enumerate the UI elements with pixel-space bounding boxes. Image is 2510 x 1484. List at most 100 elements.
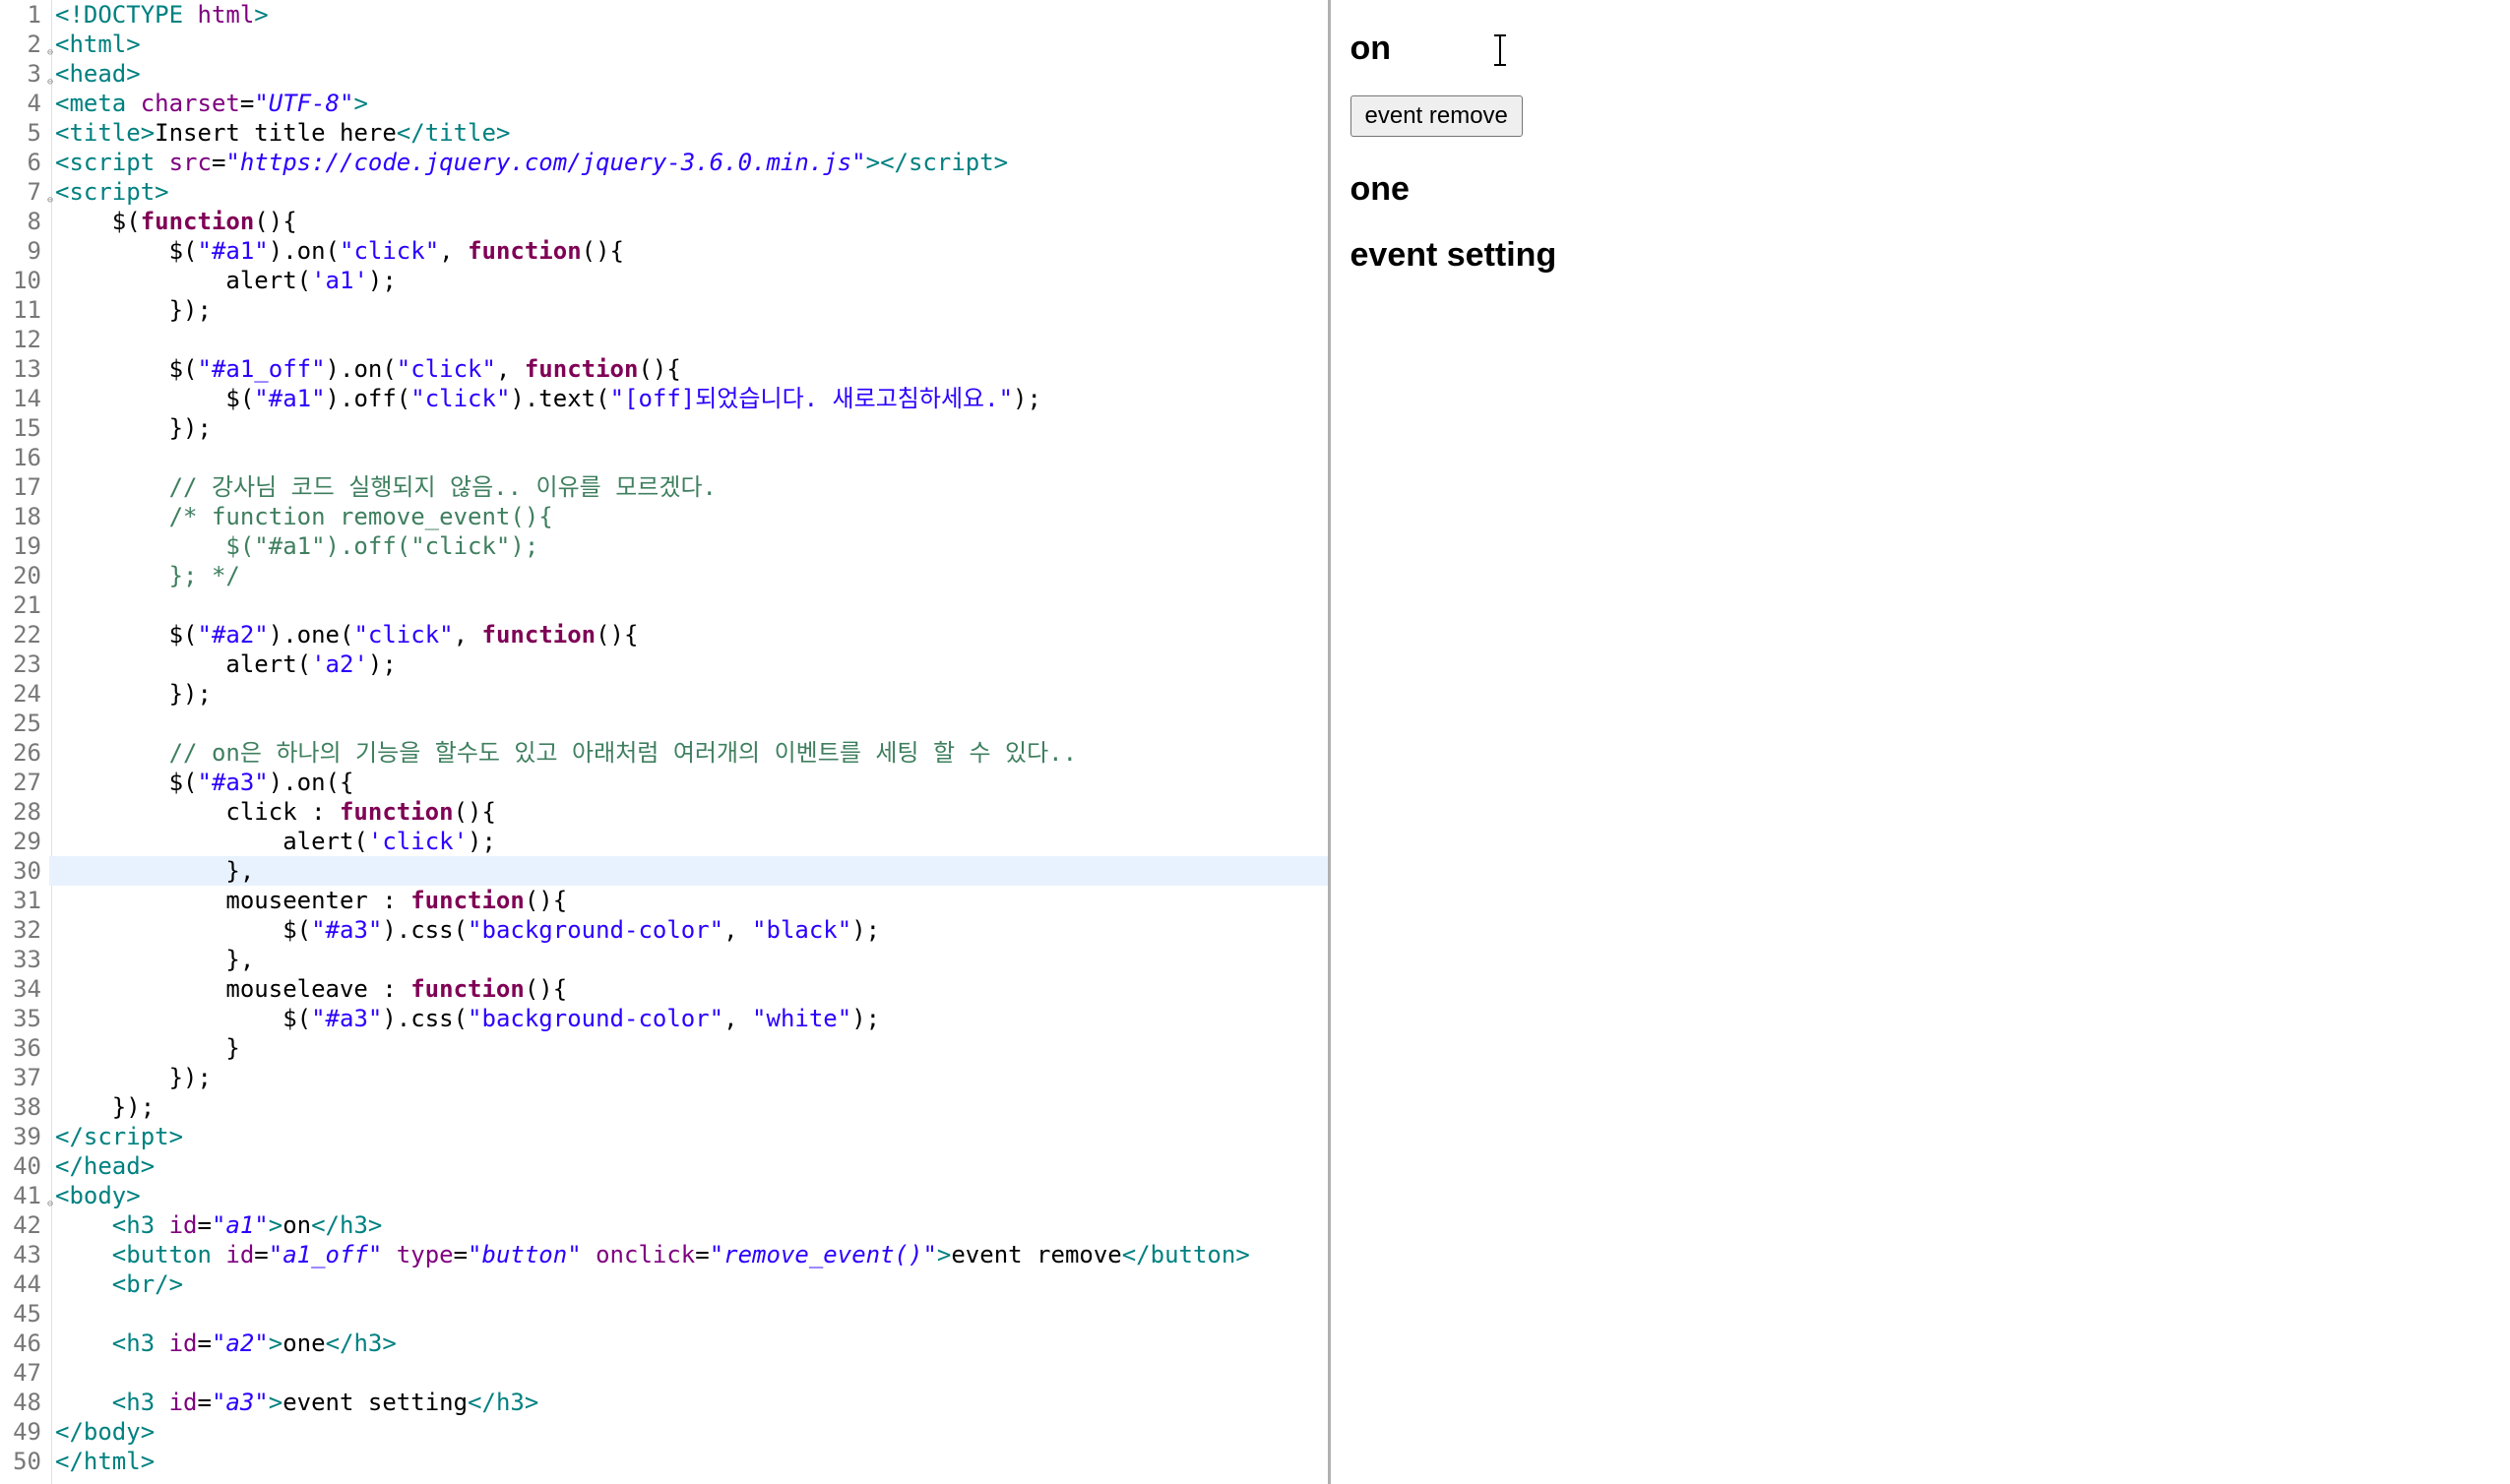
code-content[interactable]: </head> [49, 1151, 1328, 1181]
code-line[interactable]: 49</body> [0, 1417, 1328, 1447]
code-content[interactable]: <html> [49, 30, 1328, 59]
code-content[interactable]: $("#a3").css("background-color", "white"… [49, 1004, 1328, 1033]
code-line[interactable]: 14 $("#a1").off("click").text("[off]되었습니… [0, 384, 1328, 413]
code-content[interactable] [49, 325, 1328, 354]
code-content[interactable]: }); [49, 413, 1328, 443]
code-line[interactable]: 26 // on은 하나의 기능을 할수도 있고 아래처럼 여러개의 이벤트를 … [0, 738, 1328, 768]
fold-icon[interactable]: ⊖ [41, 38, 53, 50]
code-content[interactable]: $("#a3").on({ [49, 768, 1328, 797]
code-line[interactable]: 38 }); [0, 1092, 1328, 1122]
preview-heading-event-setting[interactable]: event setting [1350, 236, 2491, 275]
code-line[interactable]: 18 /* function remove_event(){ [0, 502, 1328, 531]
code-content[interactable]: }; */ [49, 561, 1328, 590]
code-line[interactable]: 6<script src="https://code.jquery.com/jq… [0, 148, 1328, 177]
code-line[interactable]: 27 $("#a3").on({ [0, 768, 1328, 797]
code-line[interactable]: 31 mouseenter : function(){ [0, 886, 1328, 915]
code-content[interactable]: <script src="https://code.jquery.com/jqu… [49, 148, 1328, 177]
code-content[interactable]: $("#a2").one("click", function(){ [49, 620, 1328, 649]
code-line[interactable]: 30 }, [0, 856, 1328, 886]
code-line[interactable]: 15 }); [0, 413, 1328, 443]
code-content[interactable] [49, 1299, 1328, 1329]
code-line[interactable]: 48 <h3 id="a3">event setting</h3> [0, 1388, 1328, 1417]
code-line[interactable]: 19 $("#a1").off("click"); [0, 531, 1328, 561]
code-content[interactable]: alert('click'); [49, 827, 1328, 856]
code-line[interactable]: 28 click : function(){ [0, 797, 1328, 827]
code-content[interactable]: $(function(){ [49, 207, 1328, 236]
code-line[interactable]: 33 }, [0, 945, 1328, 974]
preview-heading-one[interactable]: one [1350, 170, 2491, 209]
code-line[interactable]: 7⊖<script> [0, 177, 1328, 207]
code-content[interactable]: <h3 id="a2">one</h3> [49, 1329, 1328, 1358]
code-line[interactable]: 37 }); [0, 1063, 1328, 1092]
code-line[interactable]: 5<title>Insert title here</title> [0, 118, 1328, 148]
code-line[interactable]: 23 alert('a2'); [0, 649, 1328, 679]
code-content[interactable]: </html> [49, 1447, 1328, 1476]
code-content[interactable]: <head> [49, 59, 1328, 89]
fold-icon[interactable]: ⊖ [41, 68, 53, 80]
code-line[interactable]: 17 // 강사님 코드 실행되지 않음.. 이유를 모르겠다. [0, 472, 1328, 502]
code-content[interactable]: // on은 하나의 기능을 할수도 있고 아래처럼 여러개의 이벤트를 세팅 … [49, 738, 1328, 768]
code-content[interactable]: }, [49, 945, 1328, 974]
code-line[interactable]: 8 $(function(){ [0, 207, 1328, 236]
code-line[interactable]: 25 [0, 709, 1328, 738]
code-line[interactable]: 20 }; */ [0, 561, 1328, 590]
code-line[interactable]: 12 [0, 325, 1328, 354]
code-line[interactable]: 9 $("#a1").on("click", function(){ [0, 236, 1328, 266]
code-content[interactable]: $("#a3").css("background-color", "black"… [49, 915, 1328, 945]
code-content[interactable]: <title>Insert title here</title> [49, 118, 1328, 148]
code-line[interactable]: 1<!DOCTYPE html> [0, 0, 1328, 30]
event-remove-button[interactable]: event remove [1350, 95, 1523, 137]
code-line[interactable]: 11 }); [0, 295, 1328, 325]
code-line[interactable]: 39</script> [0, 1122, 1328, 1151]
code-line[interactable]: 10 alert('a1'); [0, 266, 1328, 295]
code-content[interactable] [49, 443, 1328, 472]
code-line[interactable]: 43 <button id="a1_off" type="button" onc… [0, 1240, 1328, 1269]
code-line[interactable]: 22 $("#a2").one("click", function(){ [0, 620, 1328, 649]
code-content[interactable]: } [49, 1033, 1328, 1063]
code-content[interactable]: $("#a1_off").on("click", function(){ [49, 354, 1328, 384]
code-content[interactable]: </body> [49, 1417, 1328, 1447]
code-content[interactable] [49, 709, 1328, 738]
code-content[interactable]: <meta charset="UTF-8"> [49, 89, 1328, 118]
code-content[interactable]: click : function(){ [49, 797, 1328, 827]
code-content[interactable]: <body> [49, 1181, 1328, 1210]
code-content[interactable]: $("#a1").on("click", function(){ [49, 236, 1328, 266]
code-content[interactable]: <h3 id="a3">event setting</h3> [49, 1388, 1328, 1417]
code-content[interactable]: // 강사님 코드 실행되지 않음.. 이유를 모르겠다. [49, 472, 1328, 502]
code-line[interactable]: 21 [0, 590, 1328, 620]
code-content[interactable]: <h3 id="a1">on</h3> [49, 1210, 1328, 1240]
code-line[interactable]: 4<meta charset="UTF-8"> [0, 89, 1328, 118]
code-content[interactable]: <button id="a1_off" type="button" onclic… [49, 1240, 1328, 1269]
code-content[interactable]: }); [49, 679, 1328, 709]
code-content[interactable]: }, [49, 856, 1328, 886]
code-content[interactable]: <br/> [49, 1269, 1328, 1299]
code-line[interactable]: 44 <br/> [0, 1269, 1328, 1299]
code-content[interactable]: }); [49, 1092, 1328, 1122]
code-line[interactable]: 46 <h3 id="a2">one</h3> [0, 1329, 1328, 1358]
code-content[interactable] [49, 590, 1328, 620]
code-line[interactable]: 32 $("#a3").css("background-color", "bla… [0, 915, 1328, 945]
code-line[interactable]: 29 alert('click'); [0, 827, 1328, 856]
code-line[interactable]: 45 [0, 1299, 1328, 1329]
code-content[interactable]: /* function remove_event(){ [49, 502, 1328, 531]
code-line[interactable]: 13 $("#a1_off").on("click", function(){ [0, 354, 1328, 384]
code-line[interactable]: 41⊖<body> [0, 1181, 1328, 1210]
code-line[interactable]: 3⊖<head> [0, 59, 1328, 89]
code-content[interactable]: </script> [49, 1122, 1328, 1151]
preview-heading-on[interactable]: on [1350, 30, 2491, 68]
code-content[interactable]: alert('a1'); [49, 266, 1328, 295]
code-line[interactable]: 42 <h3 id="a1">on</h3> [0, 1210, 1328, 1240]
code-content[interactable]: $("#a1").off("click"); [49, 531, 1328, 561]
code-content[interactable]: alert('a2'); [49, 649, 1328, 679]
code-line[interactable]: 35 $("#a3").css("background-color", "whi… [0, 1004, 1328, 1033]
code-line[interactable]: 34 mouseleave : function(){ [0, 974, 1328, 1004]
code-editor-pane[interactable]: 1<!DOCTYPE html>2⊖<html>3⊖<head>4<meta c… [0, 0, 1331, 1484]
code-line[interactable]: 24 }); [0, 679, 1328, 709]
code-content[interactable]: }); [49, 1063, 1328, 1092]
code-line[interactable]: 16 [0, 443, 1328, 472]
code-content[interactable]: }); [49, 295, 1328, 325]
code-content[interactable]: $("#a1").off("click").text("[off]되었습니다. … [49, 384, 1328, 413]
fold-icon[interactable]: ⊖ [41, 186, 53, 198]
code-line[interactable]: 40</head> [0, 1151, 1328, 1181]
code-line[interactable]: 47 [0, 1358, 1328, 1388]
